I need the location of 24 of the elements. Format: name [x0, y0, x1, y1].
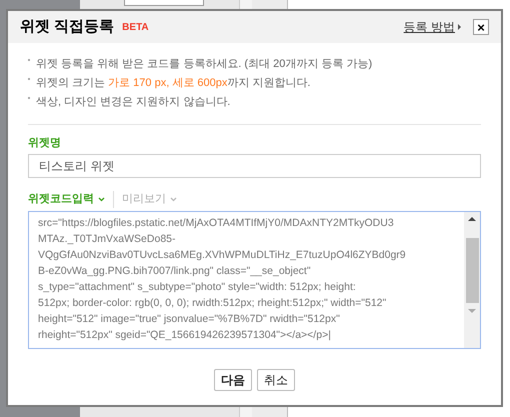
code-line: height="512" image="true" jsonvalue="%7B%7D" rwidth="512px" — [38, 312, 340, 326]
code-line: MTAz._T0TJmVxaWSeDo85- — [38, 232, 176, 246]
scrollbar[interactable] — [464, 212, 480, 348]
widget-name-field[interactable]: 티스토리 위젯 — [28, 154, 481, 178]
note-text: 위젯의 크기는 가로 170 px, 세로 600px까지 지원합니다. — [36, 76, 310, 91]
code-textarea[interactable] — [28, 210, 481, 348]
code-line: src="https://blogfiles.pstatic.net/MjAxOTA4MTIfMjY0/MDAxNTY2MTkyODU3 — [38, 216, 394, 230]
code-line: VQgGfAu0NzviBav0TUvcLsa6MEg.XVhWPMuDLTiHz_E7tuzUpO4l6ZYBd0gr9 — [38, 248, 406, 262]
code-line: rheight="512px" sgeid="QE_156619426239571304"></a></p>| — [38, 328, 331, 342]
caret-icon — [458, 24, 461, 30]
beta-label: BETA — [122, 20, 149, 34]
code-line: 512px; border-color: rgb(0, 0, 0); rwidth:512px; rheight:512px;" width="512" — [38, 296, 386, 310]
dialog-title: 위젯 직접등록 — [20, 16, 114, 37]
code-line: B-eZ0vWa_gg.PNG.bih7007/link.png" class="__se_object" — [38, 264, 311, 278]
chevron-icon — [98, 196, 105, 202]
cancel-button[interactable]: 취소 — [257, 368, 295, 390]
chevron-icon — [170, 196, 177, 202]
note-text: 위젯 등록을 위해 받은 코드를 등록하세요. (최대 20개까지 등록 가능) — [36, 57, 372, 72]
close-button[interactable]: × — [473, 19, 489, 35]
help-link[interactable]: 등록 방법 — [404, 18, 461, 36]
note-text: 색상, 디자인 변경은 지원하지 않습니다. — [36, 95, 230, 110]
code-line: s_type="attachment" s_subtype="photo" style="width: 512px; height: — [38, 280, 356, 294]
next-button[interactable]: 다음 — [214, 368, 252, 390]
field-label: 위젯명 — [28, 136, 62, 151]
